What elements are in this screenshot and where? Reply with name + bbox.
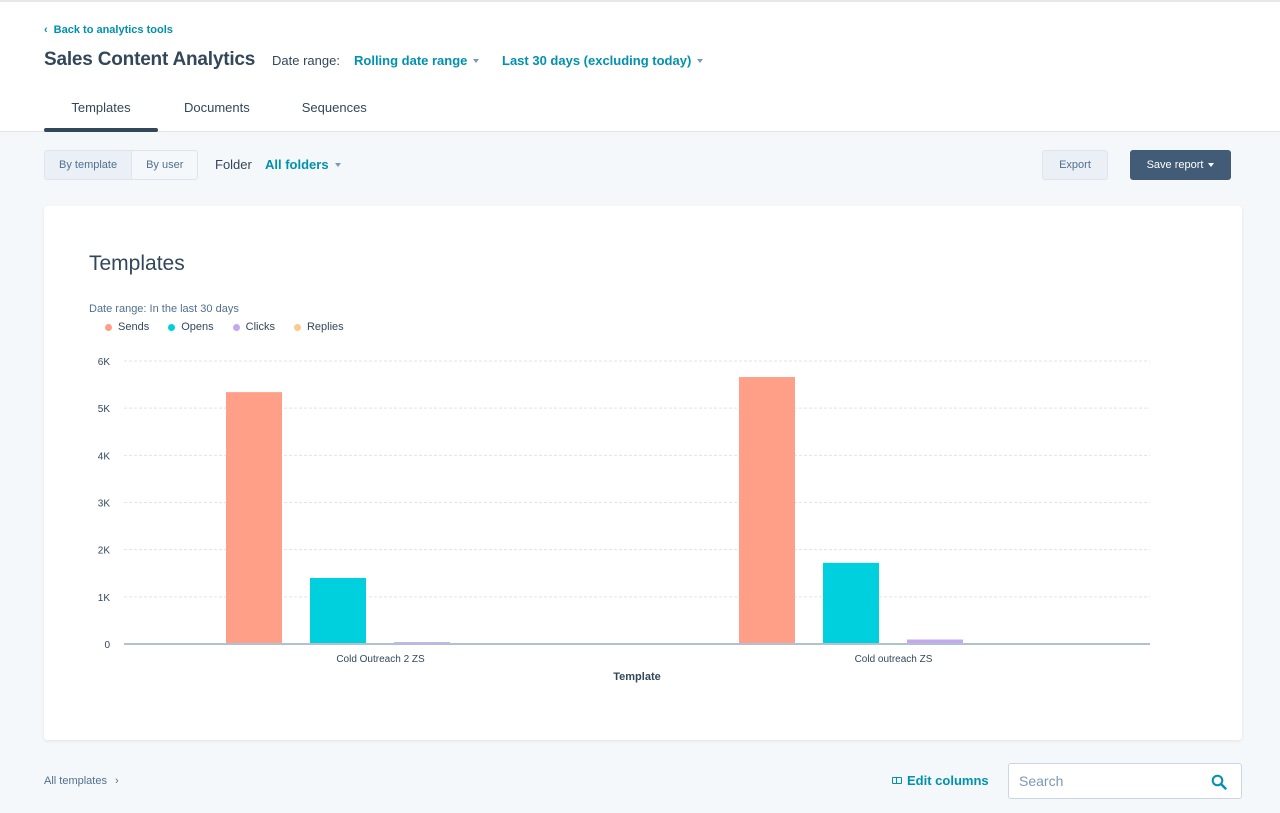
search-icon[interactable]: [1211, 774, 1227, 790]
tab-documents[interactable]: Documents: [158, 92, 276, 132]
folder-dropdown[interactable]: All folders: [265, 157, 341, 172]
search-box: [1008, 763, 1242, 799]
bar-opens: [310, 577, 366, 644]
y-tick-label: 4K: [98, 451, 111, 462]
templates-chart-card: Templates Date range: In the last 30 day…: [44, 206, 1242, 740]
all-templates-link[interactable]: All templates ›: [44, 775, 119, 787]
tab-bar: Templates Documents Sequences: [44, 92, 393, 132]
y-tick-label: 6K: [98, 357, 111, 368]
folder-label: Folder: [215, 157, 252, 172]
back-link-label: Back to analytics tools: [53, 24, 173, 36]
x-tick-label: Cold outreach ZS: [855, 654, 933, 665]
x-axis-title: Template: [613, 671, 660, 683]
edit-columns-label: Edit columns: [907, 773, 989, 788]
columns-icon: [892, 777, 902, 784]
edit-columns-button[interactable]: Edit columns: [892, 773, 989, 788]
date-range-type-value: Rolling date range: [354, 53, 468, 68]
save-report-label: Save report: [1146, 159, 1204, 171]
all-templates-label: All templates: [44, 775, 107, 787]
bar-chart: 0 1K 2K 3K 4K 5K 6K Cold Outreach 2 ZS Cold outr…: [98, 357, 1150, 683]
chevron-left-icon: ‹: [44, 24, 48, 36]
date-range-type-dropdown[interactable]: Rolling date range: [354, 53, 480, 68]
caret-down-icon: [1208, 163, 1215, 167]
date-range-value: Last 30 days (excluding today): [502, 53, 692, 68]
y-tick-label: 1K: [98, 593, 111, 604]
tab-sequences[interactable]: Sequences: [276, 92, 393, 132]
export-button[interactable]: Export: [1042, 150, 1108, 180]
tab-templates[interactable]: Templates: [44, 92, 158, 132]
bar-sends: [739, 377, 795, 644]
y-tick-label: 5K: [98, 404, 111, 415]
back-to-analytics-link[interactable]: ‹ Back to analytics tools: [44, 24, 173, 36]
by-user-toggle[interactable]: By user: [132, 151, 197, 179]
y-tick-label: 2K: [98, 546, 111, 557]
view-toggle: By template By user: [44, 150, 199, 180]
by-template-toggle[interactable]: By template: [45, 151, 133, 179]
caret-down-icon: [473, 58, 480, 63]
search-input[interactable]: [1009, 773, 1199, 789]
caret-down-icon: [697, 58, 704, 63]
bar-sends: [226, 392, 282, 644]
y-tick-label: 0: [104, 640, 110, 651]
date-range-label: Date range:: [272, 53, 340, 68]
caret-down-icon: [334, 162, 341, 167]
page-title: Sales Content Analytics: [44, 49, 256, 70]
y-tick-label: 3K: [98, 499, 111, 510]
page-header: ‹ Back to analytics tools Sales Content …: [0, 2, 1280, 132]
x-tick-label: Cold Outreach 2 ZS: [336, 654, 425, 665]
chevron-right-icon: ›: [114, 775, 119, 787]
bar-opens: [823, 562, 879, 644]
save-report-button[interactable]: Save report: [1130, 150, 1231, 180]
folder-value: All folders: [265, 157, 329, 172]
date-range-value-dropdown[interactable]: Last 30 days (excluding today): [502, 53, 704, 68]
